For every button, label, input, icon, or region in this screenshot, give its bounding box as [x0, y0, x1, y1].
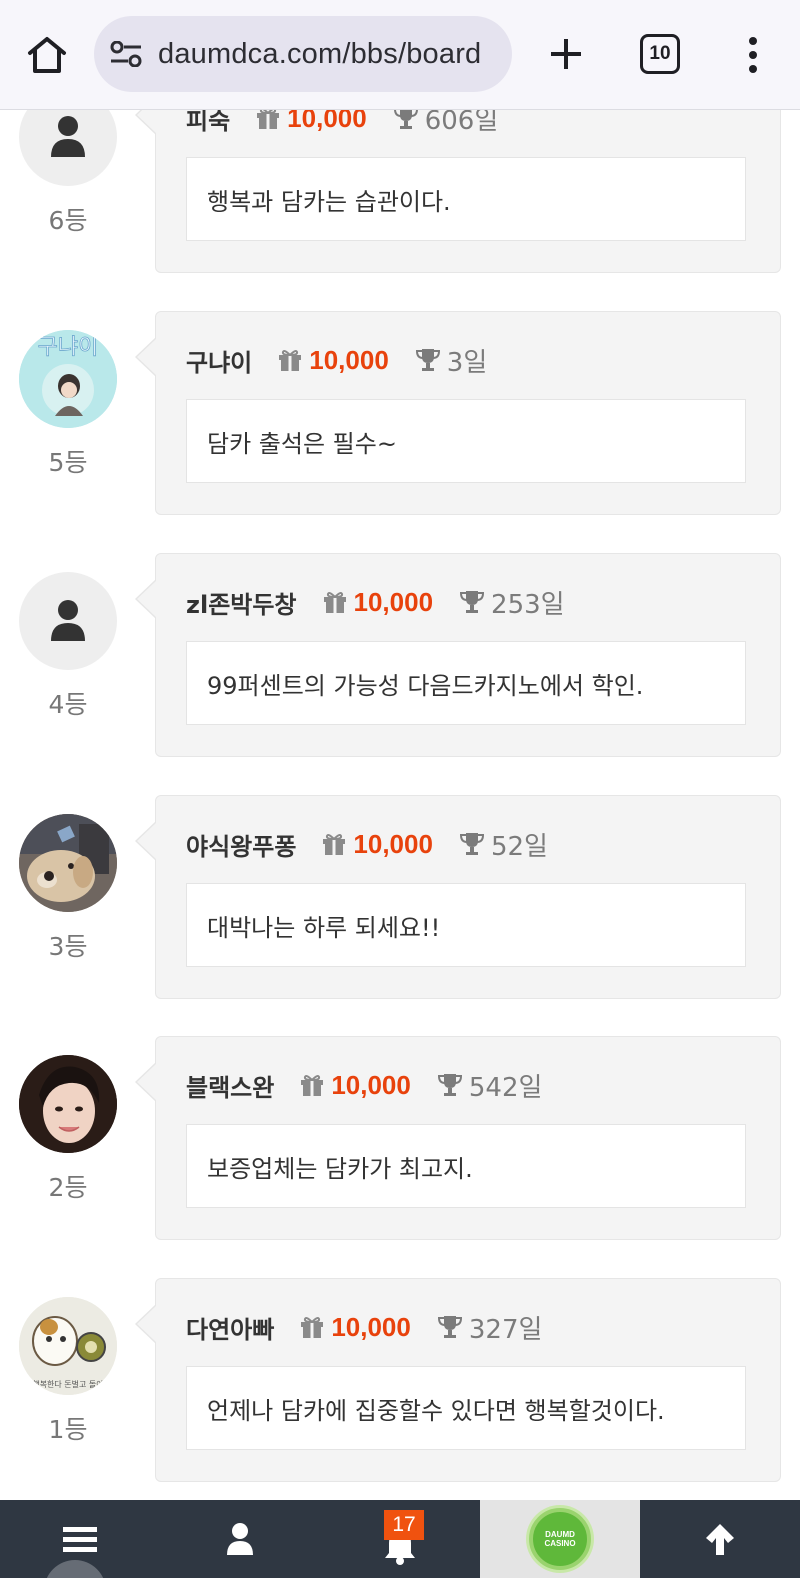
casino-logo-button[interactable]: DAUMD CASINO	[480, 1500, 640, 1578]
comment-bubble: zl존박두창 10,000 253일 99퍼센트의 가능성 다음드카지노에서 학…	[135, 553, 781, 757]
nickname[interactable]: zl존박두창	[186, 585, 297, 620]
default-user-icon	[51, 600, 85, 641]
points: 10,000	[353, 586, 434, 617]
comment-box: 보증업체는 담카가 최고지.	[186, 1124, 746, 1208]
rank-label: 5등	[48, 448, 88, 477]
logo-text-bottom: CASINO	[544, 1539, 576, 1548]
hamster-drawing-image: 행복한다 돈벌고 돌아	[19, 1297, 117, 1395]
home-button[interactable]	[22, 30, 72, 80]
list-item: 3등 야식왕푸퐁 10,000 52일 대박나는 하루 되세요!!	[0, 795, 800, 1018]
attendance-days: 52일	[490, 831, 548, 862]
comment-box: 언제나 담카에 집중할수 있다면 행복할것이다.	[186, 1366, 746, 1450]
url-text[interactable]: daumdca.com/bbs/board	[158, 38, 481, 71]
comment-text: 행복과 담카는 습관이다.	[207, 187, 451, 216]
points: 10,000	[331, 1069, 411, 1100]
rank-label: 4등	[48, 690, 88, 719]
comment-text: 보증업체는 담카가 최고지.	[207, 1154, 473, 1183]
browser-toolbar: daumdca.com/bbs/board 10	[0, 0, 800, 110]
bottom-nav: 17 DAUMD CASINO	[0, 1500, 800, 1578]
tab-switcher-button[interactable]: 10	[640, 34, 680, 74]
hamburger-icon	[63, 1527, 97, 1552]
comment-box: 99퍼센트의 가능성 다음드카지노에서 학인.	[186, 641, 746, 725]
comment-bubble: 구냐이 10,000 3일 담카 출석은 필수~	[135, 311, 781, 515]
points: 10,000	[331, 1311, 411, 1342]
logo-text-top: DAUMD	[545, 1530, 575, 1539]
default-user-icon	[51, 116, 85, 157]
gift-icon	[278, 348, 302, 372]
nickname[interactable]: 구냐이	[186, 343, 252, 378]
meta-row: 블랙스완 10,000 542일	[186, 1065, 542, 1105]
scroll-top-button[interactable]	[640, 1500, 800, 1578]
meta-row: 다연아빠 10,000 327일	[186, 1307, 542, 1347]
list-item: 4등 zl존박두창 10,000 253일 99퍼센트의 가능성 다음드카지노에…	[0, 553, 800, 776]
trophy-icon	[415, 347, 441, 373]
attendance-days: 3일	[446, 347, 488, 378]
comment-box: 행복과 담카는 습관이다.	[186, 157, 746, 241]
gift-icon	[322, 832, 346, 856]
tune-icon[interactable]	[106, 34, 146, 74]
meta-row: 야식왕푸퐁 10,000 52일	[186, 824, 548, 864]
trophy-icon	[437, 1072, 463, 1098]
points: 10,000	[309, 344, 389, 375]
avatar[interactable]	[19, 1055, 117, 1153]
gift-icon	[300, 1315, 324, 1339]
casino-logo: DAUMD CASINO	[529, 1508, 591, 1570]
user-button[interactable]	[160, 1500, 320, 1578]
comment-bubble: 야식왕푸퐁 10,000 52일 대박나는 하루 되세요!!	[135, 795, 781, 999]
trophy-icon	[459, 589, 485, 615]
gift-icon	[323, 590, 347, 614]
comment-text: 대박나는 하루 되세요!!	[207, 913, 441, 942]
rank-label: 1등	[48, 1415, 88, 1444]
avatar[interactable]	[19, 572, 117, 670]
home-icon	[28, 37, 66, 73]
attendance-days: 327일	[468, 1314, 543, 1345]
comment-box: 담카 출석은 필수~	[186, 399, 746, 483]
rank-label: 3등	[48, 932, 88, 961]
avatar[interactable]: 행복한다 돈벌고 돌아	[19, 1297, 117, 1395]
more-menu-button[interactable]	[735, 28, 771, 82]
comment-text: 언제나 담카에 집중할수 있다면 행복할것이다.	[207, 1396, 665, 1425]
avatar[interactable]	[19, 814, 117, 912]
avatar[interactable]: 구냐이	[19, 330, 117, 428]
list-item: 6등 피숙 10,000 606일 행복과 담카는 습관이다.	[0, 69, 800, 292]
attendance-days: 542일	[468, 1072, 543, 1103]
list-item: 구냐이 5등 구냐이 10,000 3일 담카 출석은 필수~	[0, 311, 800, 534]
trophy-icon	[459, 831, 485, 857]
more-vert-icon	[749, 37, 757, 73]
nickname[interactable]: 블랙스완	[186, 1068, 274, 1103]
user-icon	[227, 1523, 253, 1555]
gift-icon	[300, 1073, 324, 1097]
comment-bubble: 다연아빠 10,000 327일 언제나 담카에 집중할수 있다면 행복할것이다…	[135, 1278, 781, 1482]
attendance-days: 253일	[491, 589, 565, 620]
notification-badge: 17	[384, 1510, 424, 1540]
trophy-icon	[437, 1314, 463, 1340]
points: 10,000	[353, 828, 433, 859]
comment-text: 99퍼센트의 가능성 다음드카지노에서 학인.	[207, 671, 644, 700]
rank-label: 6등	[48, 206, 88, 235]
new-tab-button[interactable]	[540, 28, 592, 80]
list-item: 행복한다 돈벌고 돌아 1등 다연아빠 10,000 327일 언제나 담카에 …	[0, 1278, 800, 1501]
character-avatar-image: 구냐이	[19, 330, 117, 428]
avatar-lettering: 행복한다 돈벌고 돌아	[32, 1379, 104, 1389]
plus-icon	[551, 39, 581, 69]
comment-box: 대박나는 하루 되세요!!	[186, 883, 746, 967]
avatar-lettering: 구냐이	[38, 335, 99, 360]
address-bar[interactable]: daumdca.com/bbs/board	[94, 16, 512, 92]
dog-photo-image	[19, 814, 117, 912]
nickname[interactable]: 야식왕푸퐁	[186, 827, 296, 862]
meta-row: zl존박두창 10,000 253일	[186, 582, 565, 622]
notifications-button[interactable]: 17	[320, 1500, 480, 1578]
comment-text: 담카 출석은 필수~	[207, 429, 397, 458]
rank-label: 2등	[48, 1173, 88, 1202]
meta-row: 구냐이 10,000 3일	[186, 340, 487, 380]
list-item: 2등 블랙스완 10,000 542일 보증업체는 담카가 최고지.	[0, 1036, 800, 1259]
comment-bubble: 블랙스완 10,000 542일 보증업체는 담카가 최고지.	[135, 1036, 781, 1240]
nickname[interactable]: 다연아빠	[186, 1310, 274, 1345]
portrait-photo-image	[19, 1055, 117, 1153]
arrow-up-icon	[706, 1524, 734, 1555]
